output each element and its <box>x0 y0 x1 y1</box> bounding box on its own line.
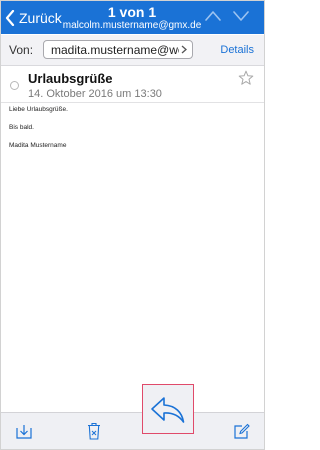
chevron-down-icon <box>233 11 249 21</box>
bottom-toolbar <box>1 412 264 449</box>
message-counter: 1 von 1 malcolm.mustername@gmx.de <box>57 4 207 32</box>
chevron-right-icon <box>181 45 187 54</box>
from-label: Von: <box>9 43 34 57</box>
counter-label: 1 von 1 <box>107 4 157 20</box>
details-link[interactable]: Details <box>220 44 254 56</box>
message-body: Liebe Urlaubsgrüße. Bis bald. Madita Mus… <box>9 106 68 160</box>
archive-button[interactable] <box>15 424 33 440</box>
archive-icon <box>16 425 32 439</box>
sender-row: Von: madita.mustername@we... Details <box>1 35 264 66</box>
reply-button[interactable] <box>142 384 194 434</box>
next-message-button[interactable] <box>233 10 249 22</box>
back-label: Zurück <box>19 10 62 26</box>
previous-message-button[interactable] <box>205 10 221 22</box>
compose-button[interactable] <box>233 423 250 440</box>
back-button[interactable]: Zurück <box>5 8 62 28</box>
body-line: Madita Mustername <box>9 142 67 149</box>
message-date: 14. Oktober 2016 um 13:30 <box>28 88 162 100</box>
message-subject: Urlaubsgrüße <box>28 71 113 86</box>
unread-toggle[interactable] <box>10 81 19 90</box>
delete-button[interactable] <box>87 422 101 440</box>
sender-address: madita.mustername@we... <box>51 43 179 57</box>
compose-icon <box>234 423 250 439</box>
sender-chip[interactable]: madita.mustername@we... <box>43 40 193 59</box>
reply-icon <box>151 397 185 423</box>
chevron-left-icon <box>5 10 15 26</box>
chevron-up-icon <box>205 11 221 21</box>
body-line: Liebe Urlaubsgrüße. <box>9 106 68 113</box>
body-line: Bis bald. <box>9 124 34 131</box>
star-icon[interactable] <box>238 70 254 86</box>
navigation-bar: Zurück 1 von 1 malcolm.mustername@gmx.de <box>1 1 264 34</box>
mail-view: Zurück 1 von 1 malcolm.mustername@gmx.de… <box>0 0 265 450</box>
account-label: malcolm.mustername@gmx.de <box>62 20 202 31</box>
trash-icon <box>88 422 100 440</box>
message-header: Urlaubsgrüße 14. Oktober 2016 um 13:30 <box>1 66 264 103</box>
